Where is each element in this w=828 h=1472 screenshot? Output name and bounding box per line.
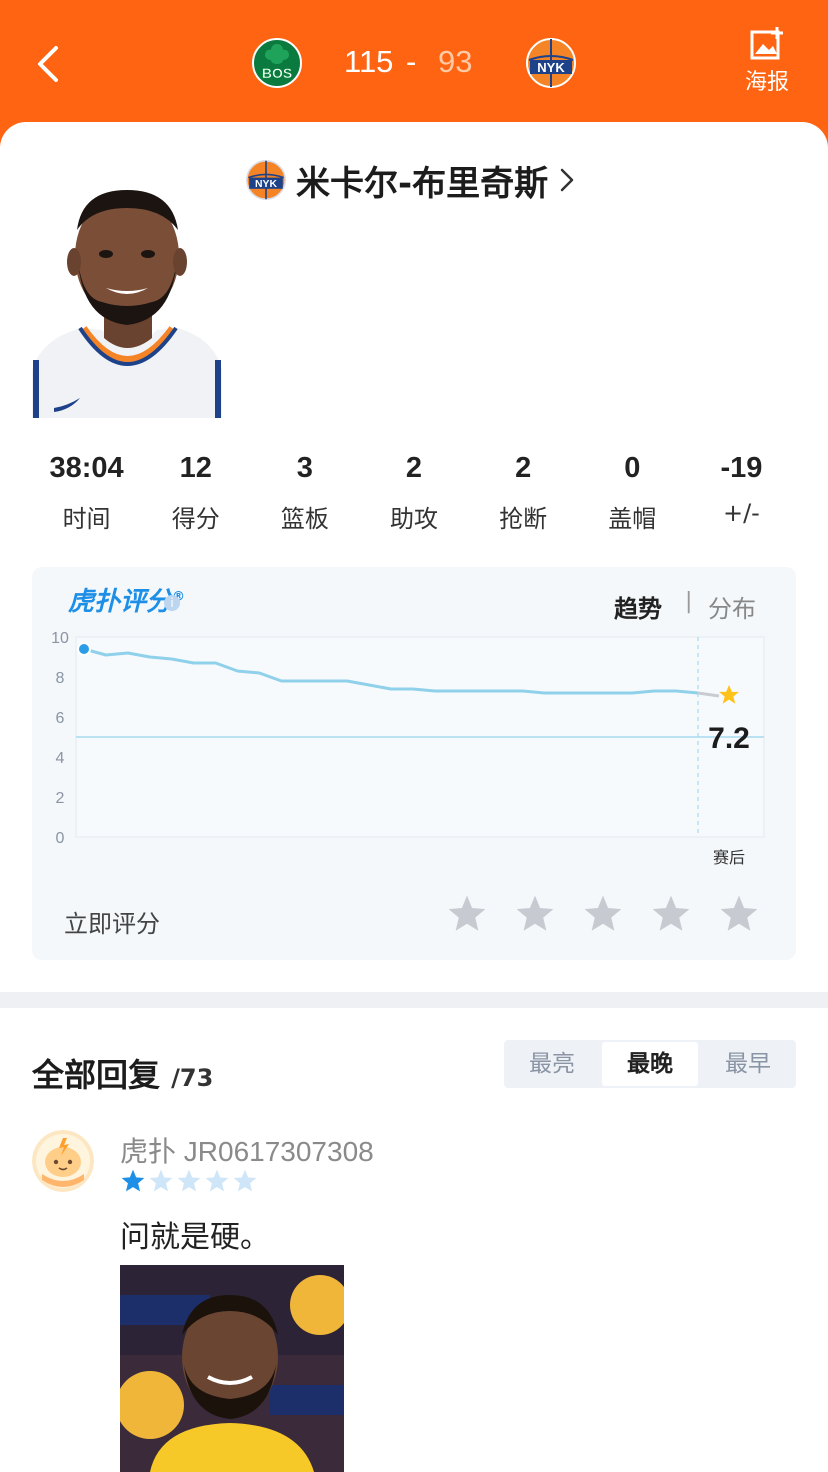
home-team-abbr: BOS: [262, 65, 292, 81]
comment-username[interactable]: 虎扑 JR0617307308: [120, 1130, 374, 1170]
stat-label: 篮板: [280, 505, 329, 533]
tab-separator: |: [685, 589, 693, 614]
poster-image-icon: [750, 27, 783, 60]
stat-label: 得分: [171, 505, 220, 533]
stat-label: 抢断: [499, 505, 548, 533]
away-team-abbr: NYK: [537, 60, 565, 75]
player-team-abbr: NYK: [255, 179, 277, 190]
rating-star-empty-icon: [149, 1169, 173, 1192]
rate-now-label: 立即评分: [64, 910, 160, 938]
rate-star-2[interactable]: [514, 893, 556, 935]
back-arrow-icon[interactable]: [30, 42, 70, 86]
poster-button[interactable]: 海报: [742, 26, 792, 96]
y-tick-label: 0: [56, 830, 65, 847]
rate-star-3[interactable]: [582, 893, 624, 935]
player-card: NYK 米卡尔-布里奇斯 38:04 时间 12 得分 3 篮板 2 助攻 2 …: [0, 122, 828, 1472]
tab-trend[interactable]: 趋势: [614, 589, 662, 624]
stat-minutes: 38:04 时间: [32, 452, 141, 534]
player-name-link[interactable]: NYK 米卡尔-布里奇斯: [246, 158, 576, 204]
y-tick-label: 10: [51, 630, 69, 647]
comment-text: 问就是硬。: [120, 1220, 270, 1255]
y-tick-label: 8: [56, 670, 65, 687]
rate-star-5[interactable]: [718, 893, 760, 935]
sort-tabs: 最亮 最晚 最早: [504, 1040, 796, 1088]
stat-label: 时间: [62, 505, 111, 533]
info-icon[interactable]: i: [164, 595, 180, 611]
away-team-logo[interactable]: NYK: [526, 38, 576, 88]
comment-user-rating: [120, 1168, 260, 1194]
stat-value: 3: [296, 452, 313, 484]
comment-image[interactable]: [120, 1265, 344, 1472]
stat-label: 助攻: [389, 505, 438, 533]
sort-tab-latest[interactable]: 最晚: [602, 1042, 698, 1086]
poster-label: 海报: [744, 70, 789, 95]
rate-star-4[interactable]: [650, 893, 692, 935]
stat-assists: 2 助攻: [359, 452, 468, 534]
stat-points: 12 得分: [141, 452, 250, 534]
sort-tab-hottest[interactable]: 最亮: [504, 1040, 600, 1088]
rating-trend-chart: 10 8 6 4 2 0 7.2 赛后: [32, 622, 796, 882]
player-stats: 38:04 时间 12 得分 3 篮板 2 助攻 2 抢断 0 盖帽 -19 +…: [32, 452, 796, 534]
chevron-right-icon: [560, 168, 574, 192]
rating-star-filled-icon: [121, 1169, 145, 1192]
stat-value: 2: [405, 452, 423, 484]
player-photo[interactable]: [32, 160, 222, 418]
rating-start-point: [77, 642, 91, 656]
home-score: 115: [344, 44, 394, 79]
stat-rebounds: 3 篮板: [250, 452, 359, 534]
away-score: 93: [438, 44, 473, 79]
section-divider: [0, 992, 828, 1008]
comments-title-text: 全部回复: [32, 1056, 161, 1094]
player-team-logo: NYK: [246, 160, 286, 200]
stat-value: 12: [179, 452, 212, 484]
home-team-logo[interactable]: BOS: [252, 38, 302, 88]
stat-blocks: 0 盖帽: [578, 452, 687, 534]
rating-brand-text: 虎扑评分: [68, 587, 173, 617]
rating-star-empty-icon: [205, 1169, 229, 1192]
stat-label: 盖帽: [608, 505, 657, 533]
comments-title: 全部回复 /73: [32, 1050, 213, 1096]
stat-steals: 2 抢断: [469, 452, 578, 534]
rating-panel: 虎扑评分® i 趋势 | 分布 10 8 6 4 2 0 7.2 赛后 立即评分: [32, 567, 796, 960]
final-rating-value: 7.2: [708, 722, 750, 755]
rate-stars: [446, 893, 760, 935]
y-tick-label: 2: [56, 790, 65, 807]
y-tick-label: 4: [56, 750, 65, 767]
stat-value: -19: [720, 452, 763, 484]
rate-star-1[interactable]: [446, 893, 488, 935]
stat-label: +/-: [722, 499, 760, 527]
stat-value: 0: [624, 452, 641, 484]
avatar[interactable]: [32, 1130, 94, 1192]
stat-plus-minus: -19 +/-: [687, 452, 796, 534]
y-tick-label: 6: [56, 710, 65, 727]
tab-distribution[interactable]: 分布: [708, 589, 756, 624]
rating-star-empty-icon: [177, 1169, 201, 1192]
score-separator: -: [406, 44, 417, 79]
stat-value: 2: [515, 452, 532, 484]
sort-tab-earliest[interactable]: 最早: [700, 1040, 796, 1088]
player-name: 米卡尔-布里奇斯: [296, 163, 549, 204]
stat-value: 38:04: [49, 452, 124, 484]
x-end-label: 赛后: [713, 848, 745, 867]
rating-star-empty-icon: [233, 1169, 257, 1192]
comments-count: /73: [171, 1064, 214, 1092]
